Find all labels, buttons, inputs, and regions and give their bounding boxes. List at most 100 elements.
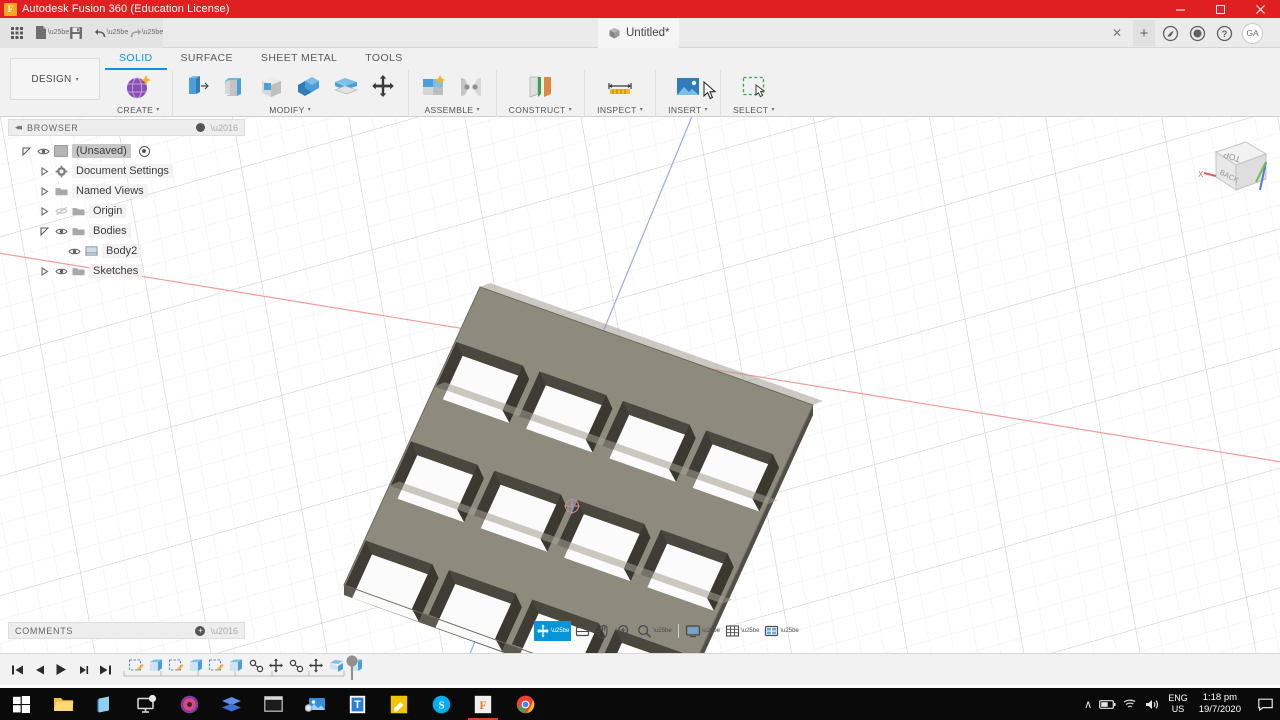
files-app-button[interactable]: [210, 688, 252, 720]
visibility-eye-icon[interactable]: [68, 247, 81, 256]
tree-item-document-settings[interactable]: Document Settings: [8, 161, 245, 181]
timeline-extrude-4[interactable]: [326, 656, 346, 676]
timeline-sketch-1[interactable]: [126, 656, 146, 676]
pan-button[interactable]: [593, 621, 613, 641]
avatar[interactable]: GA: [1242, 22, 1263, 44]
jump-end-button[interactable]: [96, 660, 114, 680]
look-at-button[interactable]: [572, 621, 592, 641]
step-forward-button[interactable]: [74, 660, 92, 680]
visibility-eye-icon[interactable]: [55, 267, 68, 276]
tree-item-bodies[interactable]: Bodies: [8, 221, 245, 241]
media-player-button[interactable]: [168, 688, 210, 720]
activate-component-radio[interactable]: [138, 145, 150, 157]
file-explorer-button[interactable]: [42, 688, 84, 720]
tab-solid[interactable]: SOLID: [105, 48, 167, 70]
grid-snaps-button[interactable]: \u25be: [723, 621, 761, 641]
visibility-eye-icon[interactable]: [37, 147, 50, 156]
viewports-button[interactable]: \u25be: [762, 621, 800, 641]
timeline-sketch-3[interactable]: [206, 656, 226, 676]
move-copy-icon[interactable]: [365, 70, 401, 104]
jump-start-button[interactable]: [8, 660, 26, 680]
step-back-button[interactable]: [30, 660, 48, 680]
expander-collapsed-icon[interactable]: [38, 166, 51, 176]
display-settings-button[interactable]: \u25be: [683, 621, 722, 641]
tab-surface[interactable]: SURFACE: [167, 48, 247, 70]
offset-plane-icon[interactable]: [522, 70, 558, 104]
comments-panel-header[interactable]: COMMENTS + \u2016: [8, 622, 245, 639]
timeline-sketch-2[interactable]: [166, 656, 186, 676]
maximize-button[interactable]: [1200, 0, 1240, 18]
volume-icon[interactable]: [1145, 698, 1161, 711]
file-menu-caret-icon[interactable]: \u25be: [48, 22, 69, 44]
clock[interactable]: 1:18 pm 19/7/2020: [1195, 692, 1245, 716]
save-icon[interactable]: [65, 22, 87, 44]
shell-icon[interactable]: [254, 70, 290, 104]
battery-icon[interactable]: [1099, 699, 1116, 710]
redo-caret-icon[interactable]: \u25be: [142, 22, 163, 44]
combine-icon[interactable]: [291, 70, 327, 104]
expander-collapsed-icon[interactable]: [38, 206, 51, 216]
expander-collapsed-icon[interactable]: [38, 186, 51, 196]
language-indicator[interactable]: ENG US: [1168, 693, 1188, 715]
undo-caret-icon[interactable]: \u25be: [107, 22, 128, 44]
close-button[interactable]: [1240, 0, 1280, 18]
close-document-tab-button[interactable]: ✕: [1110, 26, 1124, 40]
new-document-tab-button[interactable]: +: [1133, 20, 1155, 46]
timeline-move-1[interactable]: [266, 656, 286, 676]
fusion360-button[interactable]: F: [462, 688, 504, 720]
create-sketch-icon[interactable]: [120, 70, 156, 104]
show-hidden-icons-icon[interactable]: ∧: [1084, 698, 1092, 711]
document-tab[interactable]: Untitled*: [598, 18, 680, 48]
orbit-button[interactable]: \u25be: [534, 621, 572, 641]
expander-collapsed-icon[interactable]: [38, 266, 51, 276]
collapse-browser-icon[interactable]: ◂◂: [15, 122, 22, 133]
chevron-down-icon[interactable]: \u25be: [741, 628, 759, 634]
chevron-down-icon[interactable]: \u25be: [702, 628, 720, 634]
timeline-pattern-2[interactable]: [286, 656, 306, 676]
terminal-button[interactable]: [252, 688, 294, 720]
new-component-icon[interactable]: [416, 70, 452, 104]
skype-button[interactable]: S: [420, 688, 462, 720]
tab-sheet-metal[interactable]: SHEET METAL: [247, 48, 351, 70]
photos-button[interactable]: [294, 688, 336, 720]
tree-item-sketches[interactable]: Sketches: [8, 261, 245, 281]
panel-resize-grip[interactable]: \u2016: [210, 123, 238, 133]
fit-button[interactable]: \u25be: [635, 621, 673, 641]
browser-options-icon[interactable]: [196, 123, 206, 132]
timeline-extrude-1[interactable]: [146, 656, 166, 676]
insert-image-icon[interactable]: [670, 70, 706, 104]
tree-item-unsaved[interactable]: (Unsaved): [8, 141, 245, 161]
play-button[interactable]: [52, 660, 70, 680]
chevron-down-icon[interactable]: \u25be: [551, 628, 569, 634]
joint-icon[interactable]: [453, 70, 489, 104]
press-pull-icon[interactable]: [180, 70, 216, 104]
action-center-icon[interactable]: [1252, 688, 1278, 720]
window-select-icon[interactable]: [736, 70, 772, 104]
chevron-down-icon[interactable]: \u25be: [653, 628, 671, 634]
visibility-eye-off-icon[interactable]: [55, 206, 68, 216]
start-button[interactable]: [0, 688, 42, 720]
timeline-extrude-3[interactable]: [226, 656, 246, 676]
expander-expanded-icon[interactable]: [38, 226, 51, 236]
job-status-icon[interactable]: [1185, 21, 1209, 45]
chrome-button[interactable]: [504, 688, 546, 720]
text-editor-button[interactable]: T: [336, 688, 378, 720]
expander-expanded-icon[interactable]: [20, 146, 33, 156]
view-cube[interactable]: TOP BACK X: [1188, 132, 1272, 208]
store-button[interactable]: [84, 688, 126, 720]
tree-item-body2[interactable]: Body2: [8, 241, 245, 261]
remote-desktop-button[interactable]: [126, 688, 168, 720]
help-icon[interactable]: ?: [1212, 21, 1236, 45]
design-workspace-menu[interactable]: DESIGN ▾: [10, 58, 100, 100]
panel-resize-grip[interactable]: \u2016: [210, 626, 238, 636]
fillet-icon[interactable]: [217, 70, 253, 104]
zoom-button[interactable]: [614, 621, 634, 641]
tab-tools[interactable]: TOOLS: [351, 48, 416, 70]
wifi-icon[interactable]: [1123, 698, 1138, 710]
minimize-button[interactable]: [1160, 0, 1200, 18]
split-body-icon[interactable]: [328, 70, 364, 104]
timeline-extrude-2[interactable]: [186, 656, 206, 676]
visibility-eye-icon[interactable]: [55, 227, 68, 236]
app-grid-icon[interactable]: [6, 22, 28, 44]
timeline-extrude-5[interactable]: [346, 656, 366, 676]
